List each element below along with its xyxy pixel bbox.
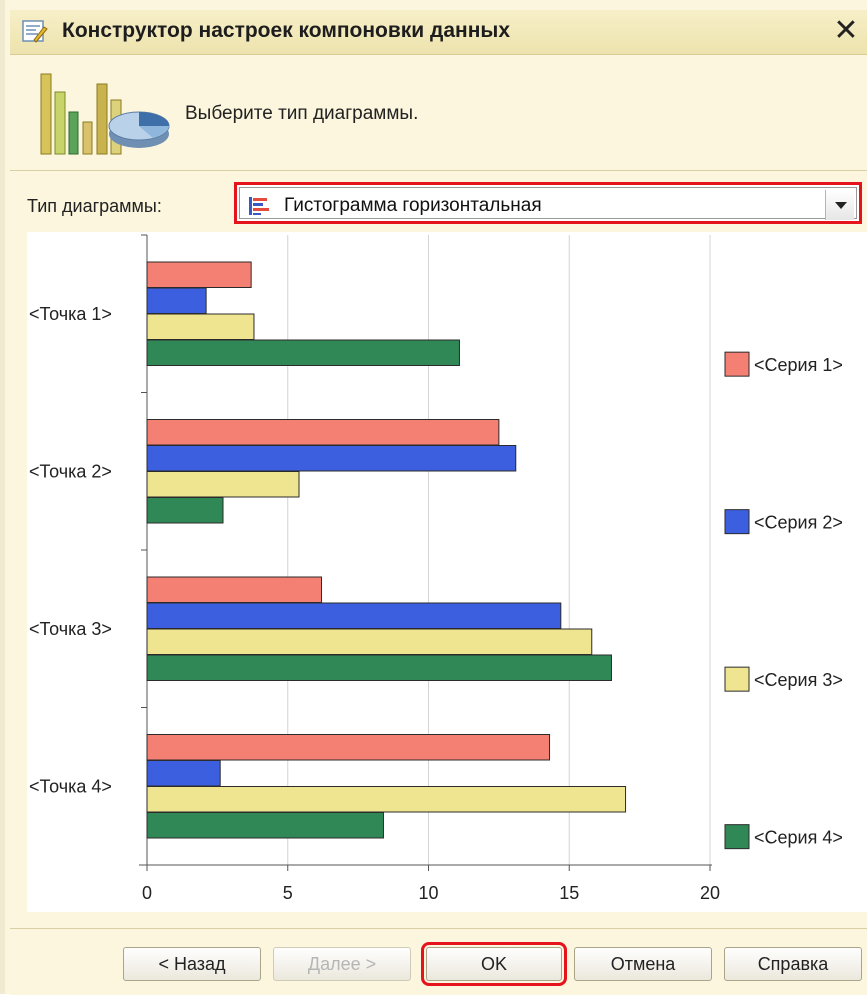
category-label: <Точка 2> xyxy=(29,461,112,481)
help-button[interactable]: Справка xyxy=(724,947,862,981)
close-button[interactable]: ✕ xyxy=(830,14,862,48)
bar xyxy=(146,812,384,839)
next-button[interactable]: Далее > xyxy=(273,947,411,981)
dialog-window: Конструктор настроек компоновки данных ✕… xyxy=(0,0,867,995)
x-tick-label: 15 xyxy=(559,883,579,903)
bar xyxy=(146,313,255,340)
chart-type-label: Тип диаграммы: xyxy=(27,196,162,216)
wizard-header: Выберите тип диаграммы. xyxy=(10,55,867,171)
bar xyxy=(146,760,221,787)
horizontal-bar-chart-icon xyxy=(249,197,269,215)
bar xyxy=(146,287,207,314)
legend-label: <Серия 3> xyxy=(754,670,843,690)
back-button[interactable]: < Назад xyxy=(123,947,261,981)
bar xyxy=(146,261,252,288)
bar xyxy=(146,602,562,629)
settings-wizard-icon xyxy=(22,20,48,43)
legend-label: <Серия 4> xyxy=(754,828,843,848)
ok-button[interactable]: OK xyxy=(421,942,567,986)
dropdown-arrow-icon[interactable] xyxy=(825,190,854,220)
bar xyxy=(146,734,551,761)
legend-label: <Серия 2> xyxy=(754,513,843,533)
chart-type-select[interactable]: Гистограмма горизонтальная xyxy=(234,182,862,224)
bar xyxy=(146,628,593,655)
title-bar[interactable]: Конструктор настроек компоновки данных ✕ xyxy=(10,10,867,55)
legend-swatch xyxy=(724,351,750,377)
button-bar: < Назад Далее > OK Отмена Справка xyxy=(10,928,867,995)
bar xyxy=(146,497,224,524)
bar xyxy=(146,339,460,366)
wizard-prompt: Выберите тип диаграммы. xyxy=(185,103,419,124)
chart-type-value: Гистограмма горизонтальная xyxy=(284,195,542,216)
chart-preview: <Точка 1> <Точка 2> <Точка 3> <Точка 4> 0 5 10… xyxy=(27,232,867,912)
x-tick-label: 20 xyxy=(700,883,720,903)
bar xyxy=(146,419,500,446)
bar xyxy=(146,786,627,813)
bar xyxy=(146,471,300,498)
category-label: <Точка 4> xyxy=(29,776,112,796)
bar xyxy=(146,445,517,472)
bar xyxy=(146,654,612,681)
chart-types-icon xyxy=(40,73,170,155)
category-label: <Точка 3> xyxy=(29,619,112,639)
legend-swatch xyxy=(724,666,750,692)
cancel-button[interactable]: Отмена xyxy=(574,947,712,981)
bar xyxy=(146,576,323,603)
x-tick-label: 0 xyxy=(142,883,152,903)
x-tick-label: 10 xyxy=(418,883,438,903)
category-label: <Точка 1> xyxy=(29,304,112,324)
horizontal-bar-chart: <Точка 1> <Точка 2> <Точка 3> <Точка 4> 0 5 10… xyxy=(29,234,843,903)
x-tick-label: 5 xyxy=(283,883,293,903)
legend-label: <Серия 1> xyxy=(754,355,843,375)
legend-swatch xyxy=(724,509,750,535)
window-title: Конструктор настроек компоновки данных xyxy=(62,19,511,42)
legend-swatch xyxy=(724,824,750,850)
